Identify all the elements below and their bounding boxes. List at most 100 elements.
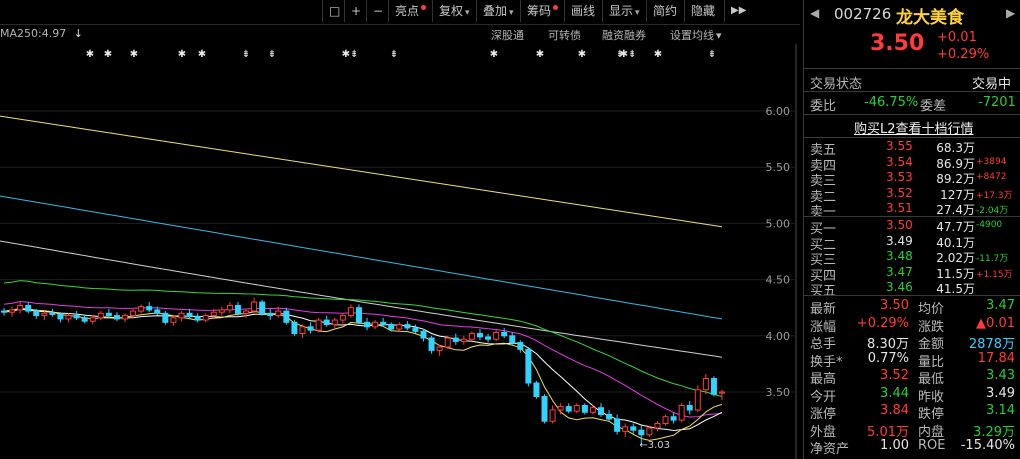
event-marker-icon[interactable]: ✱	[130, 49, 138, 60]
event-marker-icon[interactable]: ✱	[536, 49, 544, 60]
bids-row[interactable]: 买一 3.50 47.7万 -4900	[804, 218, 1020, 237]
candle[interactable]	[122, 313, 129, 323]
bids-row[interactable]: 买三 3.48 2.02万 -11.7万	[804, 249, 1020, 268]
candle[interactable]	[372, 320, 379, 330]
candle[interactable]	[9, 306, 16, 317]
asks-row[interactable]: 卖二 3.52 127万 +17.3万	[804, 186, 1020, 205]
candle[interactable]	[581, 403, 588, 415]
next-stock-icon[interactable]: ▶	[1006, 6, 1015, 20]
event-marker-icon[interactable]: ✱⇟	[620, 49, 637, 60]
candle[interactable]	[138, 304, 145, 314]
candle[interactable]	[226, 302, 233, 314]
asks-row[interactable]: 卖一 3.51 27.4万 -2.04万	[804, 201, 1020, 220]
candle[interactable]	[606, 409, 613, 422]
event-marker-icon[interactable]: ✱⇟	[342, 49, 359, 60]
candle[interactable]	[525, 347, 532, 387]
candle[interactable]	[347, 304, 354, 318]
candlestick-chart[interactable]: ✱ ✱ ✱ ✱ ✱ ⇟ ⇟ ✱⇟ ⇟ ✱ ✱ ✱ ⇟✱⇟ ✱ ⇟ 6.005.505.004.504.003…	[0, 44, 800, 459]
candle[interactable]	[662, 414, 669, 426]
l2-upgrade-link[interactable]: 购买L2查看十档行情	[854, 118, 974, 137]
candle[interactable]	[202, 313, 209, 323]
candle[interactable]	[105, 308, 112, 318]
candle[interactable]	[501, 327, 508, 339]
candle[interactable]	[493, 330, 500, 342]
expand-more-icon[interactable]: ▶▶	[724, 0, 750, 22]
candle[interactable]	[476, 329, 483, 341]
candle[interactable]	[234, 302, 241, 316]
candle[interactable]	[630, 423, 637, 434]
event-marker-icon[interactable]: ⇟	[268, 49, 276, 60]
candle[interactable]	[710, 376, 717, 397]
candle[interactable]	[541, 394, 548, 424]
candle[interactable]	[291, 320, 298, 336]
window-icon[interactable]: □	[322, 0, 344, 22]
asks-row[interactable]: 卖四 3.54 86.9万 +3894	[804, 155, 1020, 174]
candle[interactable]	[686, 400, 693, 415]
toolbar-button-10[interactable]: 隐藏	[684, 0, 724, 22]
event-marker-icon[interactable]: ⇟	[242, 49, 250, 60]
event-marker-icon[interactable]: ✱	[198, 49, 206, 60]
bids-row[interactable]: 买四 3.47 11.5万 +1.15万	[804, 265, 1020, 284]
candle[interactable]	[283, 307, 290, 325]
candle[interactable]	[170, 315, 177, 326]
candle[interactable]	[73, 311, 80, 321]
candle[interactable]	[364, 317, 371, 331]
candle[interactable]	[460, 335, 467, 345]
zoom-in-icon[interactable]: +	[344, 0, 366, 22]
candle[interactable]	[597, 403, 604, 417]
event-marker-icon[interactable]: ✱	[104, 49, 112, 60]
candle[interactable]	[65, 313, 72, 323]
candle[interactable]	[97, 311, 104, 321]
candle[interactable]	[259, 299, 266, 316]
asks-row[interactable]: 卖三 3.53 89.2万 +8472	[804, 170, 1020, 189]
candle[interactable]	[614, 414, 621, 435]
toolbar-button-7[interactable]: 画线	[564, 0, 602, 22]
event-marker-icon[interactable]: ✱	[86, 49, 94, 60]
candle[interactable]	[670, 412, 677, 424]
candle[interactable]	[113, 312, 120, 322]
toolbar-button-9[interactable]: 简约	[646, 0, 684, 22]
candle[interactable]	[428, 335, 435, 354]
bids-row[interactable]: 买二 3.49 40.1万	[804, 234, 1020, 253]
event-marker-icon[interactable]: ⇟	[390, 49, 398, 60]
candle[interactable]	[267, 308, 274, 321]
candle[interactable]	[404, 321, 411, 331]
bids-row[interactable]: 买五 3.46 41.5万	[804, 280, 1020, 299]
event-marker-icon[interactable]: ✱	[490, 49, 498, 60]
event-marker-icon[interactable]: ✱	[654, 49, 662, 60]
candle[interactable]	[251, 297, 258, 314]
candle[interactable]	[41, 311, 48, 321]
candle[interactable]	[89, 315, 96, 325]
zoom-out-icon[interactable]: −	[366, 0, 388, 22]
event-marker-icon[interactable]: ✱	[578, 49, 586, 60]
candle[interactable]	[565, 403, 572, 414]
toolbar-button-3[interactable]: 亮点	[388, 0, 432, 22]
candle[interactable]	[678, 403, 685, 423]
candle[interactable]	[1, 307, 7, 316]
candle[interactable]	[355, 304, 362, 325]
asks-row[interactable]: 卖五 3.55 68.3万	[804, 139, 1020, 158]
candle[interactable]	[162, 311, 169, 325]
link-convertible-bond[interactable]: 可转债	[548, 27, 581, 43]
candle[interactable]	[654, 421, 661, 432]
candle[interactable]	[468, 331, 475, 342]
candle[interactable]	[622, 423, 629, 437]
candle[interactable]	[25, 302, 32, 314]
candle[interactable]	[243, 308, 250, 318]
candle[interactable]	[17, 302, 24, 314]
event-marker-icon[interactable]: ⇟	[708, 49, 716, 60]
candle[interactable]	[573, 403, 580, 414]
candle[interactable]	[396, 322, 403, 332]
candle[interactable]	[549, 405, 556, 424]
candle[interactable]	[178, 311, 185, 322]
candle[interactable]	[517, 340, 524, 353]
candle[interactable]	[323, 315, 330, 327]
toolbar-button-4[interactable]: 复权 ▾	[432, 0, 476, 22]
candle[interactable]	[694, 385, 701, 413]
candle[interactable]	[719, 389, 725, 400]
candle[interactable]	[146, 302, 153, 313]
candle[interactable]	[218, 306, 225, 316]
candle[interactable]	[194, 313, 201, 323]
link-shenguotong[interactable]: 深股通	[491, 27, 524, 43]
candle[interactable]	[307, 322, 314, 334]
